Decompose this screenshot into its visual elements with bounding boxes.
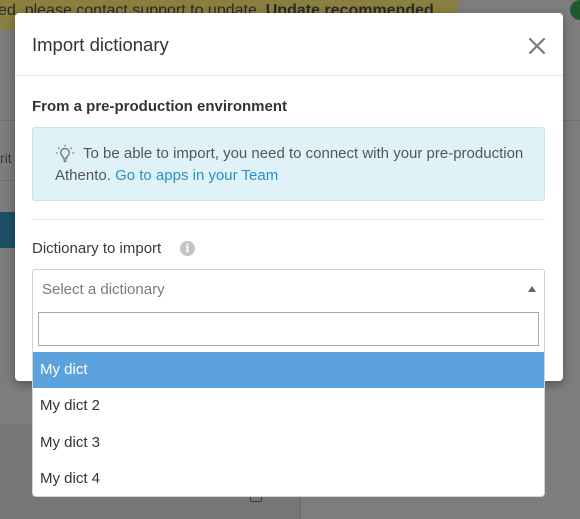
caret-up-icon [528, 286, 536, 292]
dropdown-option[interactable]: My dict 4 [33, 461, 544, 497]
avatar [570, 0, 580, 20]
background-text: rit [0, 150, 12, 166]
divider [32, 219, 545, 220]
dropdown-option[interactable]: My dict 2 [33, 388, 544, 424]
background-tab [0, 212, 16, 248]
dropdown-option[interactable]: My dict [33, 352, 544, 388]
dropdown-option[interactable]: My dict 3 [33, 425, 544, 461]
modal-header: Import dictionary [15, 13, 563, 76]
select-placeholder: Select a dictionary [42, 281, 165, 298]
dictionary-select[interactable]: Select a dictionary [32, 269, 545, 308]
info-text: To be able to import, you need to connec… [55, 143, 525, 187]
section-title: From a pre-production environment [32, 98, 288, 115]
dictionary-field-label: Dictionary to import [32, 240, 162, 257]
go-to-apps-link[interactable]: Go to apps in your Team [115, 167, 278, 184]
modal-title: Import dictionary [32, 34, 169, 55]
info-alert: To be able to import, you need to connec… [32, 127, 545, 201]
close-icon[interactable] [526, 35, 548, 57]
dropdown-search-input[interactable] [38, 312, 539, 346]
dictionary-dropdown: My dict My dict 2 My dict 3 My dict 4 [32, 307, 545, 497]
info-circle-icon[interactable]: i [180, 241, 195, 256]
